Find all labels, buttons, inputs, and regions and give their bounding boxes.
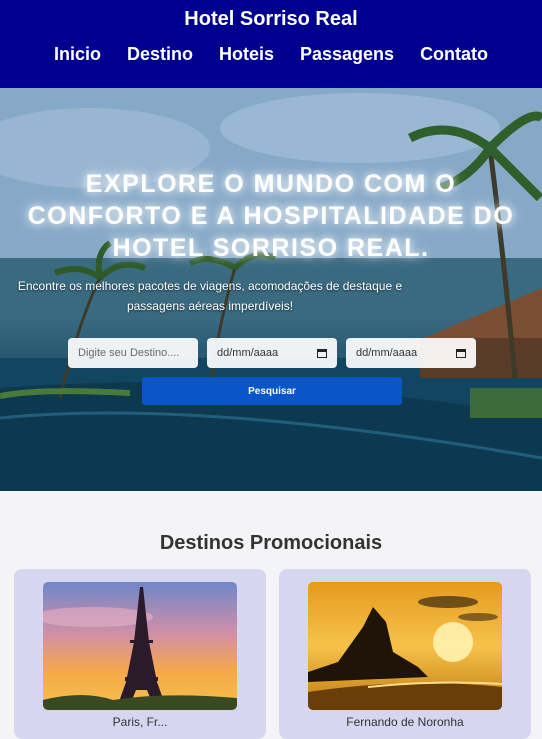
hero-heading: EXPLORE O MUNDO COM O CONFORTO E A HOSPI…	[27, 170, 515, 262]
nav-inicio[interactable]: Inicio	[54, 44, 101, 65]
nav-contato[interactable]: Contato	[420, 44, 488, 65]
checkout-date-value: dd/mm/aaaa	[356, 347, 418, 359]
calendar-icon[interactable]	[456, 348, 466, 358]
checkin-date-input[interactable]: dd/mm/aaaa	[207, 338, 337, 368]
destination-card[interactable]: Paris, Fr...	[14, 569, 266, 739]
hero-subtitle: Encontre os melhores pacotes de viagens,…	[17, 279, 403, 313]
nav-passagens[interactable]: Passagens	[300, 44, 394, 65]
eiffel-tower-image	[43, 582, 237, 710]
main-nav: Inicio Destino Hoteis Passagens Contato	[0, 44, 542, 65]
hero-section: EXPLORE O MUNDO COM O CONFORTO E A HOSPI…	[0, 88, 542, 491]
destination-input[interactable]: Digite seu Destino....	[68, 338, 198, 368]
checkin-date-value: dd/mm/aaaa	[217, 347, 279, 359]
destination-caption: Paris, Fr...	[112, 715, 168, 729]
calendar-icon[interactable]	[317, 348, 327, 358]
destination-card[interactable]: Fernando de Noronha	[279, 569, 531, 739]
nav-destino[interactable]: Destino	[127, 44, 193, 65]
site-header: Hotel Sorriso Real Inicio Destino Hoteis…	[0, 0, 542, 88]
promotions-title: Destinos Promocionais	[159, 532, 383, 554]
checkout-date-input[interactable]: dd/mm/aaaa	[346, 338, 476, 368]
destination-caption: Fernando de Noronha	[346, 715, 464, 729]
fernando-de-noronha-image	[308, 582, 502, 710]
site-title: Hotel Sorriso Real	[184, 8, 358, 30]
nav-hoteis[interactable]: Hoteis	[219, 44, 274, 65]
search-button[interactable]: Pesquisar	[142, 377, 402, 405]
destination-placeholder: Digite seu Destino....	[78, 347, 180, 359]
